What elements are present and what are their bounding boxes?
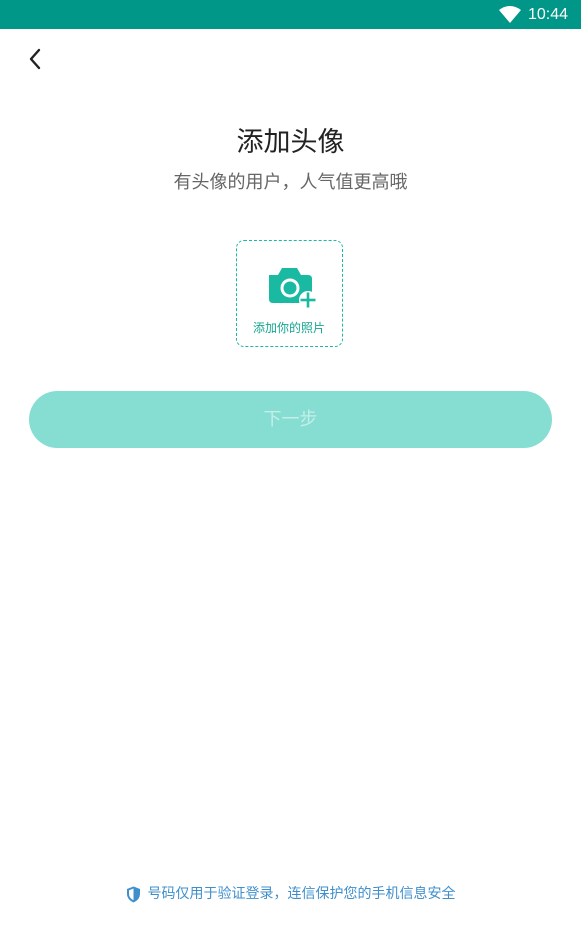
camera-plus-icon	[269, 268, 317, 309]
status-bar: 10:44	[0, 0, 581, 29]
wifi-icon	[499, 6, 521, 23]
page-subtitle: 有头像的用户，人气值更高哦	[173, 172, 408, 193]
back-button[interactable]	[16, 40, 54, 78]
add-photo-button[interactable]: 添加你的照片	[236, 240, 343, 347]
page-title: 添加头像	[236, 127, 345, 158]
shield-icon	[126, 886, 140, 902]
status-time: 10:44	[528, 6, 569, 23]
security-note: 号码仅用于验证登录，连信保护您的手机信息安全	[0, 884, 581, 904]
add-photo-label: 添加你的照片	[252, 321, 325, 335]
security-text: 号码仅用于验证登录，连信保护您的手机信息安全	[147, 886, 456, 902]
next-button[interactable]: 下一步	[29, 391, 552, 448]
chevron-left-icon	[29, 48, 41, 70]
